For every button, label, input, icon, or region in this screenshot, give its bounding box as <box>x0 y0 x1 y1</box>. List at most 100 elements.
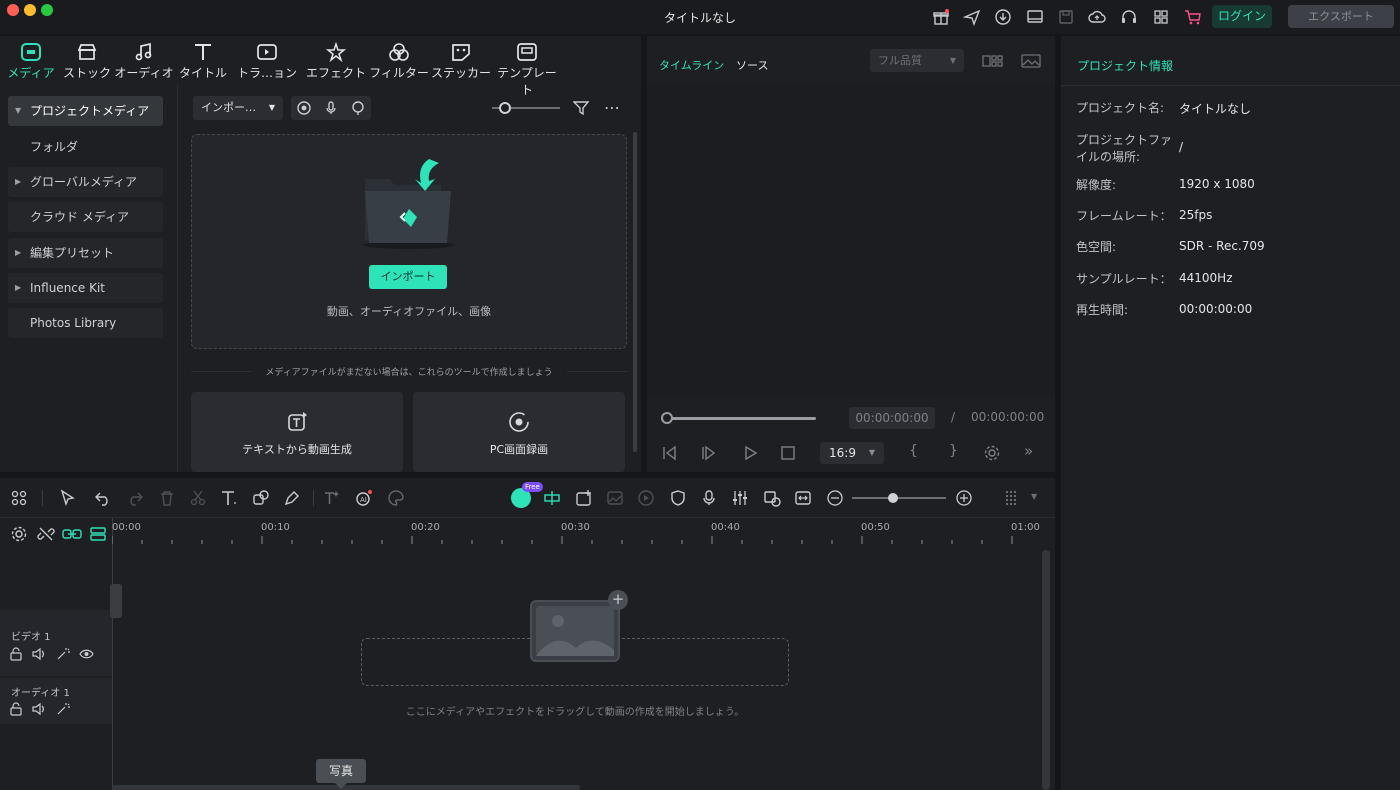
headset-icon[interactable] <box>1120 8 1138 26</box>
send-icon[interactable] <box>963 8 981 26</box>
microphone-icon[interactable] <box>323 100 339 116</box>
sidebar-item-global-media[interactable]: ▶ グローバルメディア <box>8 167 163 197</box>
crop-shape-icon[interactable] <box>252 489 270 507</box>
sidebar-item-project-media[interactable]: ▼ プロジェクトメディア <box>8 96 163 126</box>
quality-dropdown[interactable]: フル品質 ▼ <box>870 49 964 72</box>
zoom-slider-handle[interactable] <box>499 102 511 114</box>
tab-audio[interactable]: オーディオ <box>114 36 174 84</box>
ruler-label: 00:20 <box>411 522 440 533</box>
sidebar-item-folder[interactable]: フォルダ <box>8 132 163 162</box>
save-icon[interactable] <box>1057 8 1075 26</box>
undo-icon[interactable] <box>94 489 112 507</box>
tab-source[interactable]: ソース <box>736 57 768 73</box>
cart-icon[interactable] <box>1184 8 1202 26</box>
select-tool-icon[interactable] <box>59 489 77 507</box>
import-dropdown[interactable]: インポー… ▼ <box>193 96 283 120</box>
lock-icon[interactable] <box>9 647 23 661</box>
tab-filter[interactable]: フィルター <box>369 36 429 84</box>
magnetic-track-icon[interactable] <box>88 525 108 543</box>
media-scrollbar[interactable] <box>633 132 637 452</box>
split-marker-icon[interactable] <box>543 489 561 507</box>
fit-width-icon[interactable] <box>794 489 812 507</box>
text-to-video-card[interactable]: テキストから動画生成 <box>191 392 403 472</box>
eye-icon[interactable] <box>79 647 94 661</box>
layout-grid-icon[interactable] <box>981 52 1003 70</box>
playhead-handle[interactable] <box>661 412 673 424</box>
monitor-icon[interactable] <box>1026 8 1044 26</box>
shield-mask-icon[interactable] <box>669 489 687 507</box>
timeline-vertical-scrollbar[interactable] <box>1042 550 1050 790</box>
delete-icon[interactable] <box>158 489 176 507</box>
timeline-ruler[interactable]: 00:00 00:10 00:20 00:30 00:40 00:50 01:0… <box>112 518 1042 546</box>
ai-color-icon[interactable]: AI <box>355 489 373 507</box>
mark-in-icon[interactable]: { <box>909 443 918 459</box>
track-header-collapse-handle[interactable] <box>110 584 122 618</box>
previous-frame-icon[interactable] <box>661 445 679 461</box>
audio-mixer-icon[interactable] <box>731 489 749 507</box>
download-cloud-icon[interactable] <box>994 8 1012 26</box>
tab-timeline[interactable]: タイムライン <box>659 57 724 73</box>
cloud-upload-icon[interactable] <box>1088 8 1106 26</box>
aspect-ratio-dropdown[interactable]: 16:9 ▼ <box>820 442 884 464</box>
auto-sync-icon[interactable] <box>763 489 781 507</box>
tab-template[interactable]: テンプレート <box>493 36 561 97</box>
tab-title[interactable]: タイトル <box>176 36 230 84</box>
playback-progress-bar[interactable] <box>661 417 816 420</box>
speed-icon[interactable] <box>637 489 655 507</box>
lock-icon[interactable] <box>9 702 23 716</box>
record-screen-icon[interactable] <box>296 100 312 116</box>
login-button[interactable]: ログイン <box>1212 5 1272 28</box>
voice-record-icon[interactable] <box>700 489 718 507</box>
play-icon[interactable] <box>741 445 759 461</box>
export-button[interactable]: エクスポート <box>1288 5 1394 28</box>
sidebar-item-cloud-media[interactable]: クラウド メディア <box>8 202 163 232</box>
filter-funnel-icon[interactable] <box>573 100 591 116</box>
more-controls-icon[interactable]: » <box>1024 442 1033 460</box>
effects-toggle-icon[interactable] <box>56 702 70 716</box>
grid-apps-icon[interactable] <box>1152 8 1170 26</box>
effects-toggle-icon[interactable] <box>56 647 70 661</box>
chevron-down-icon[interactable]: ▼ <box>1031 492 1037 501</box>
speaker-icon[interactable] <box>32 702 46 716</box>
import-drop-zone[interactable]: インポート 動画、オーディオファイル、画像 <box>191 134 627 349</box>
image-edit-icon[interactable] <box>606 489 624 507</box>
palette-icon[interactable] <box>387 489 405 507</box>
snapshot-image-icon[interactable] <box>1020 52 1042 70</box>
redo-icon[interactable] <box>126 489 144 507</box>
track-label: ビデオ 1 <box>11 632 51 643</box>
link-clips-icon[interactable] <box>62 525 82 543</box>
voiceover-icon[interactable] <box>350 100 366 116</box>
timeline-zoom-handle[interactable] <box>888 493 898 503</box>
track-settings-icon[interactable] <box>10 525 28 543</box>
layout-icon[interactable] <box>10 489 28 507</box>
tab-stock[interactable]: ストック <box>60 36 114 84</box>
tab-transition[interactable]: トラ…ョン <box>236 36 298 84</box>
sidebar-item-edit-presets[interactable]: ▶ 編集プリセット <box>8 238 163 268</box>
sidebar-item-influence-kit[interactable]: ▶ Influence Kit <box>8 273 163 303</box>
timeline-zoom-slider[interactable] <box>852 497 946 499</box>
ai-text-icon[interactable] <box>323 489 341 507</box>
preview-settings-icon[interactable] <box>983 444 1001 462</box>
sidebar-item-photos-library[interactable]: Photos Library <box>8 308 163 338</box>
pen-tool-icon[interactable] <box>283 489 301 507</box>
zoom-in-icon[interactable] <box>955 489 973 507</box>
more-menu-icon[interactable]: ⋯ <box>604 98 621 117</box>
text-tool-icon[interactable] <box>220 489 238 507</box>
mark-out-icon[interactable]: } <box>949 443 958 459</box>
screen-record-card[interactable]: PC画面録画 <box>413 392 625 472</box>
add-media-plus-icon[interactable]: + <box>608 590 628 610</box>
unlink-icon[interactable] <box>37 525 55 543</box>
tab-media[interactable]: メディア <box>4 36 58 84</box>
stop-icon[interactable] <box>779 445 797 461</box>
video-preview-canvas[interactable] <box>647 85 1055 396</box>
speaker-icon[interactable] <box>32 647 46 661</box>
gift-icon[interactable] <box>932 8 950 26</box>
scissors-icon[interactable] <box>189 489 207 507</box>
track-grid-icon[interactable] <box>1002 489 1020 507</box>
import-button[interactable]: インポート <box>369 265 447 289</box>
next-frame-icon[interactable] <box>701 445 719 461</box>
tab-effect[interactable]: エフェクト <box>304 36 368 84</box>
add-marker-icon[interactable] <box>575 489 593 507</box>
zoom-out-icon[interactable] <box>826 489 844 507</box>
tab-sticker[interactable]: ステッカー <box>431 36 491 84</box>
